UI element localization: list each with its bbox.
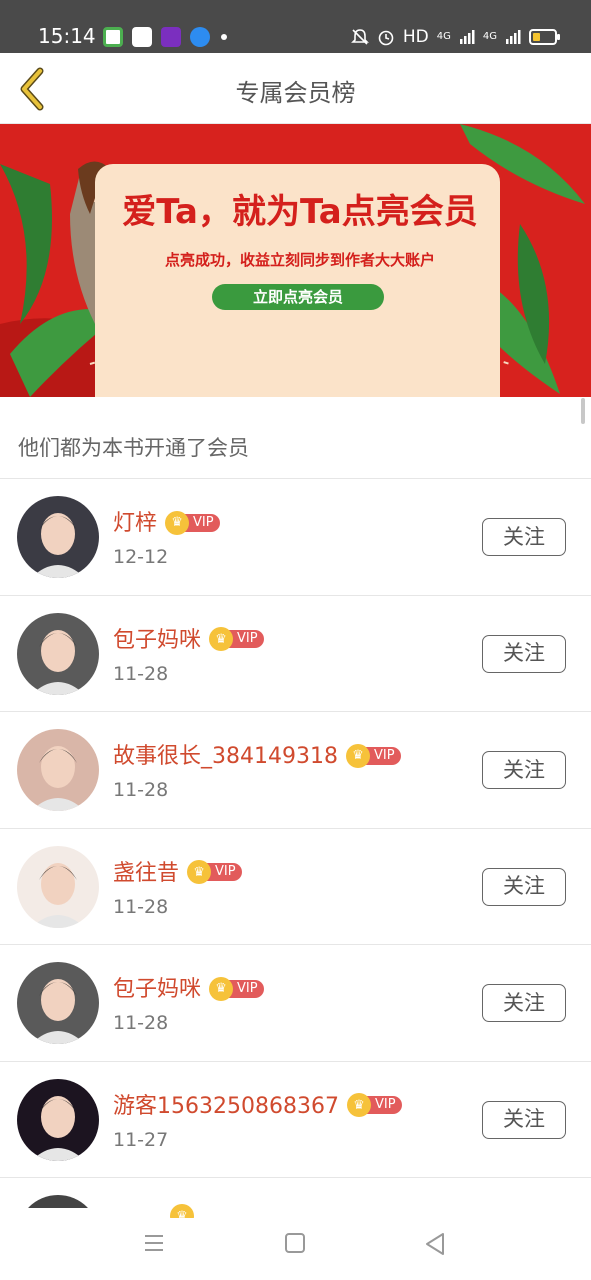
status-app-icons bbox=[103, 26, 227, 48]
member-name[interactable]: 包子妈咪 ♛ VIP bbox=[113, 622, 264, 654]
vip-badge: ♛ VIP bbox=[345, 743, 401, 768]
follow-button[interactable]: 关注 bbox=[482, 634, 566, 673]
scrollbar[interactable] bbox=[581, 398, 585, 424]
member-date: 12-12 bbox=[113, 546, 169, 568]
vip-badge: ♛ VIP bbox=[165, 510, 220, 535]
crown-icon: ♛ bbox=[345, 743, 370, 768]
app-icon-3 bbox=[161, 27, 181, 47]
vip-badge: ♛ VIP bbox=[209, 627, 264, 651]
back-triangle-icon[interactable] bbox=[424, 1232, 446, 1256]
member-name-text: 灯梓 bbox=[113, 511, 158, 536]
status-bar: 15:14 HD 4G 4G bbox=[0, 0, 591, 53]
menu-icon[interactable] bbox=[143, 1232, 165, 1254]
avatar[interactable] bbox=[17, 845, 99, 928]
member-name[interactable]: 包子妈咪 ♛ VIP bbox=[113, 971, 264, 1003]
vip-badge: ♛ VIP bbox=[187, 860, 242, 884]
member-row[interactable]: 包子妈咪 ♛ VIP 11-28 关注 bbox=[0, 596, 591, 712]
avatar-image bbox=[17, 845, 99, 928]
app-icon-2 bbox=[132, 27, 152, 47]
member-name-text: 包子妈咪 bbox=[113, 627, 202, 653]
member-date: 11-28 bbox=[113, 662, 169, 685]
member-name-text: 故事很长_384149318 bbox=[113, 744, 338, 769]
crown-icon: ♛ bbox=[187, 860, 212, 884]
banner-title: 爱Ta，就为Ta点亮会员 bbox=[122, 192, 478, 232]
network-type: HD bbox=[402, 27, 429, 47]
signal-1-icon bbox=[459, 30, 475, 44]
signal-2-icon bbox=[506, 30, 521, 44]
member-name[interactable]: 灯梓 ♛ VIP bbox=[113, 505, 220, 537]
avatar[interactable] bbox=[17, 1078, 99, 1161]
vip-badge: ♛ VIP bbox=[209, 976, 264, 1001]
app-icon-4 bbox=[190, 27, 210, 47]
promo-banner[interactable]: 爱Ta，就为Ta点亮会员 点亮成功，收益立刻同步到作者大大账户 立即点亮会员 bbox=[0, 124, 591, 397]
follow-button[interactable]: 关注 bbox=[482, 867, 566, 906]
avatar[interactable] bbox=[17, 612, 99, 695]
member-name-text: 包子妈咪 bbox=[113, 977, 202, 1002]
avatar-image bbox=[17, 1078, 99, 1161]
avatar-image bbox=[17, 496, 99, 578]
member-row[interactable]: 灯梓 ♛ VIP 12-12 关注 bbox=[0, 479, 591, 596]
member-row[interactable]: 盏往昔 ♛ VIP 11-28 关注 bbox=[0, 829, 591, 945]
app-header: 专属会员榜 bbox=[0, 53, 591, 124]
system-nav-bar bbox=[0, 1208, 591, 1280]
battery-icon bbox=[529, 29, 560, 45]
member-name-text: 游客1563250868367 bbox=[113, 1093, 339, 1119]
crown-icon: ♛ bbox=[209, 976, 234, 1001]
member-name-text: 盏往昔 bbox=[113, 860, 180, 886]
crown-icon: ♛ bbox=[346, 1093, 371, 1117]
section-label: 他们都为本书开通了会员 bbox=[18, 436, 249, 460]
status-time: 15:14 bbox=[38, 24, 96, 48]
notification-dot bbox=[221, 34, 227, 40]
alarm-icon bbox=[378, 30, 394, 46]
follow-button[interactable]: 关注 bbox=[482, 1100, 566, 1139]
member-date: 11-28 bbox=[113, 779, 169, 801]
app-icon-1 bbox=[103, 27, 123, 47]
page-title: 专属会员榜 bbox=[235, 79, 356, 107]
crown-icon: ♛ bbox=[165, 510, 190, 535]
follow-button[interactable]: 关注 bbox=[482, 984, 566, 1022]
avatar[interactable] bbox=[17, 729, 99, 811]
mute-icon bbox=[350, 29, 369, 45]
status-right: HD 4G 4G bbox=[350, 24, 560, 50]
avatar[interactable] bbox=[17, 962, 99, 1044]
member-row[interactable]: 故事很长_384149318 ♛ VIP 11-28 关注 bbox=[0, 712, 591, 829]
member-date: 11-28 bbox=[113, 895, 169, 918]
vip-badge: ♛ VIP bbox=[346, 1093, 402, 1117]
member-date: 11-27 bbox=[113, 1128, 169, 1151]
follow-button[interactable]: 关注 bbox=[482, 518, 566, 556]
avatar-image bbox=[17, 962, 99, 1044]
signal-1-label: 4G bbox=[436, 31, 451, 42]
banner-subtitle: 点亮成功，收益立刻同步到作者大大账户 bbox=[164, 251, 435, 269]
avatar-image bbox=[17, 729, 99, 811]
member-row[interactable]: 游客1563250868367 ♛ VIP 11-27 关注 bbox=[0, 1062, 591, 1178]
home-icon[interactable] bbox=[285, 1233, 305, 1253]
crown-icon: ♛ bbox=[209, 627, 234, 651]
member-name[interactable]: 故事很长_384149318 ♛ VIP bbox=[113, 738, 401, 770]
avatar-image bbox=[17, 612, 99, 695]
member-date: 11-28 bbox=[113, 1012, 169, 1034]
member-list: 灯梓 ♛ VIP 12-12 关注 包子妈咪 ♛ VIP 11-28 关注 故事很长_3841493… bbox=[0, 479, 591, 1218]
light-up-membership-button[interactable]: 立即点亮会员 bbox=[212, 284, 384, 310]
avatar[interactable] bbox=[17, 496, 99, 578]
signal-2-label: 4G bbox=[482, 31, 497, 42]
member-name[interactable]: 盏往昔 ♛ VIP bbox=[113, 855, 242, 887]
crown-icon: ♛ bbox=[170, 1204, 194, 1218]
member-row[interactable]: 包子妈咪 ♛ VIP 11-28 关注 bbox=[0, 945, 591, 1062]
member-name[interactable]: 游客1563250868367 ♛ VIP bbox=[113, 1088, 402, 1120]
follow-button[interactable]: 关注 bbox=[482, 751, 566, 789]
